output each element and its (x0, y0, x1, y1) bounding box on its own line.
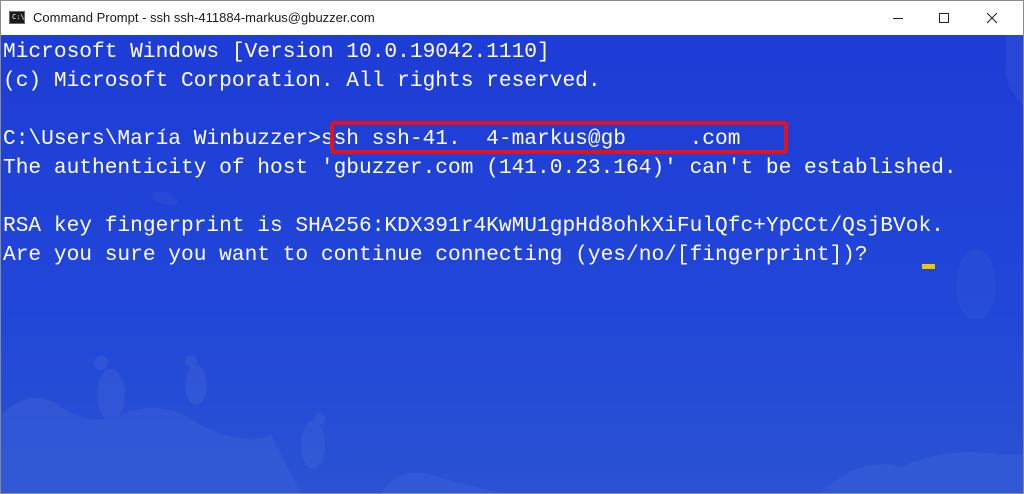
ssh-command-highlight (330, 121, 788, 154)
close-icon (986, 12, 998, 24)
minimize-icon (893, 18, 903, 19)
maximize-icon (939, 13, 949, 23)
console-line-fingerprint: RSA key fingerprint is SHA256:KDX391r4Kw… (3, 214, 944, 238)
console-scrollbar[interactable] (1006, 35, 1023, 493)
minimize-button[interactable] (875, 1, 921, 35)
maximize-button[interactable] (921, 1, 967, 35)
console-area[interactable]: Microsoft Windows [Version 10.0.19042.11… (1, 35, 1023, 493)
command-prompt-icon: C:\_ (9, 11, 29, 24)
console-line-copyright: (c) Microsoft Corporation. All rights re… (3, 69, 601, 93)
close-button[interactable] (969, 1, 1015, 35)
command-prompt-icon-glyph: C:\_ (12, 13, 29, 21)
title-bar[interactable]: C:\_ Command Prompt - ssh ssh-411884-mar… (1, 1, 1023, 35)
console-line-version: Microsoft Windows [Version 10.0.19042.11… (3, 40, 550, 64)
console-line-authenticity: The authenticity of host 'gbuzzer.com (1… (3, 156, 957, 180)
window-title: Command Prompt - ssh ssh-411884-markus@g… (33, 10, 375, 25)
text-cursor (922, 264, 935, 269)
command-prompt-window: C:\_ Command Prompt - ssh ssh-411884-mar… (0, 0, 1024, 494)
console-line-confirm-prompt: Are you sure you want to continue connec… (3, 243, 881, 267)
